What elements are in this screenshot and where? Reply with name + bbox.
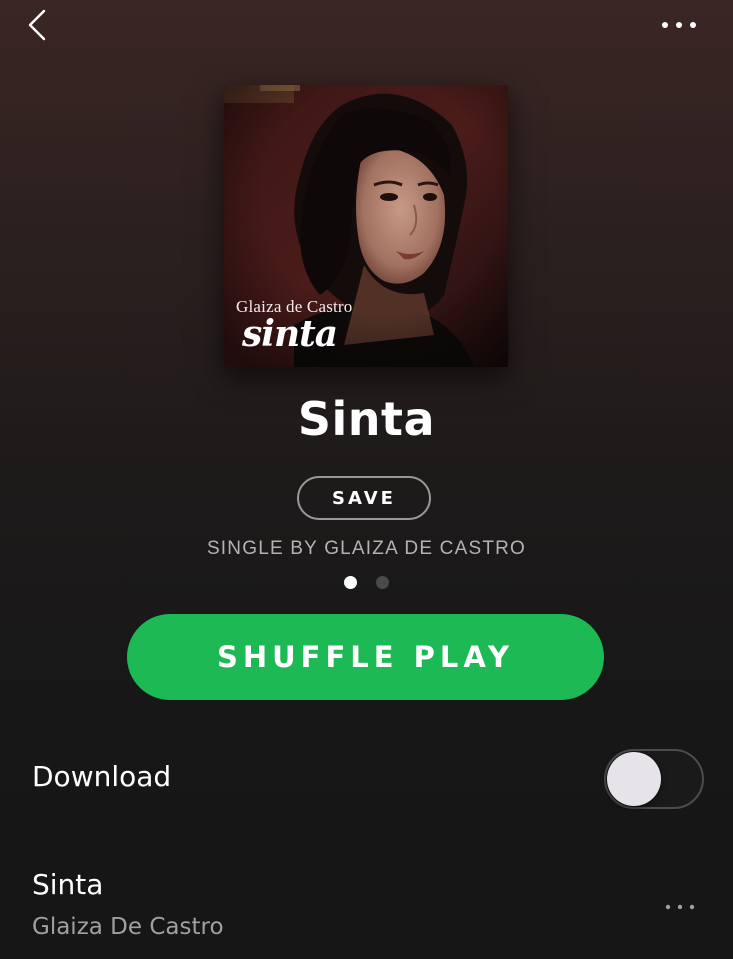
chevron-left-icon xyxy=(28,9,46,41)
track-more-button[interactable] xyxy=(660,900,700,914)
track-title: Sinta xyxy=(32,868,104,901)
back-button[interactable] xyxy=(22,8,56,42)
more-options-button[interactable] xyxy=(657,14,701,36)
download-toggle[interactable] xyxy=(604,749,704,809)
more-horizontal-icon xyxy=(662,22,696,28)
album-subtitle: SINGLE BY GLAIZA DE CASTRO xyxy=(206,538,527,559)
album-cover[interactable]: Glaiza de Castro sinta xyxy=(224,85,508,367)
more-horizontal-icon xyxy=(665,904,695,910)
toggle-knob xyxy=(607,752,661,806)
album-title: Sinta xyxy=(297,392,436,446)
shuffle-play-button[interactable]: SHUFFLE PLAY xyxy=(127,614,604,700)
pager-dot-inactive[interactable] xyxy=(376,576,389,589)
pager-dot-active[interactable] xyxy=(344,576,357,589)
track-artist: Glaiza De Castro xyxy=(32,914,224,940)
cover-title-text: sinta xyxy=(242,313,338,355)
save-button[interactable]: SAVE xyxy=(297,476,431,520)
album-screen: Glaiza de Castro sinta Sinta SAVE SINGLE… xyxy=(0,0,733,959)
track-row[interactable]: Sinta Glaiza De Castro xyxy=(0,860,733,959)
download-label: Download xyxy=(32,760,172,793)
